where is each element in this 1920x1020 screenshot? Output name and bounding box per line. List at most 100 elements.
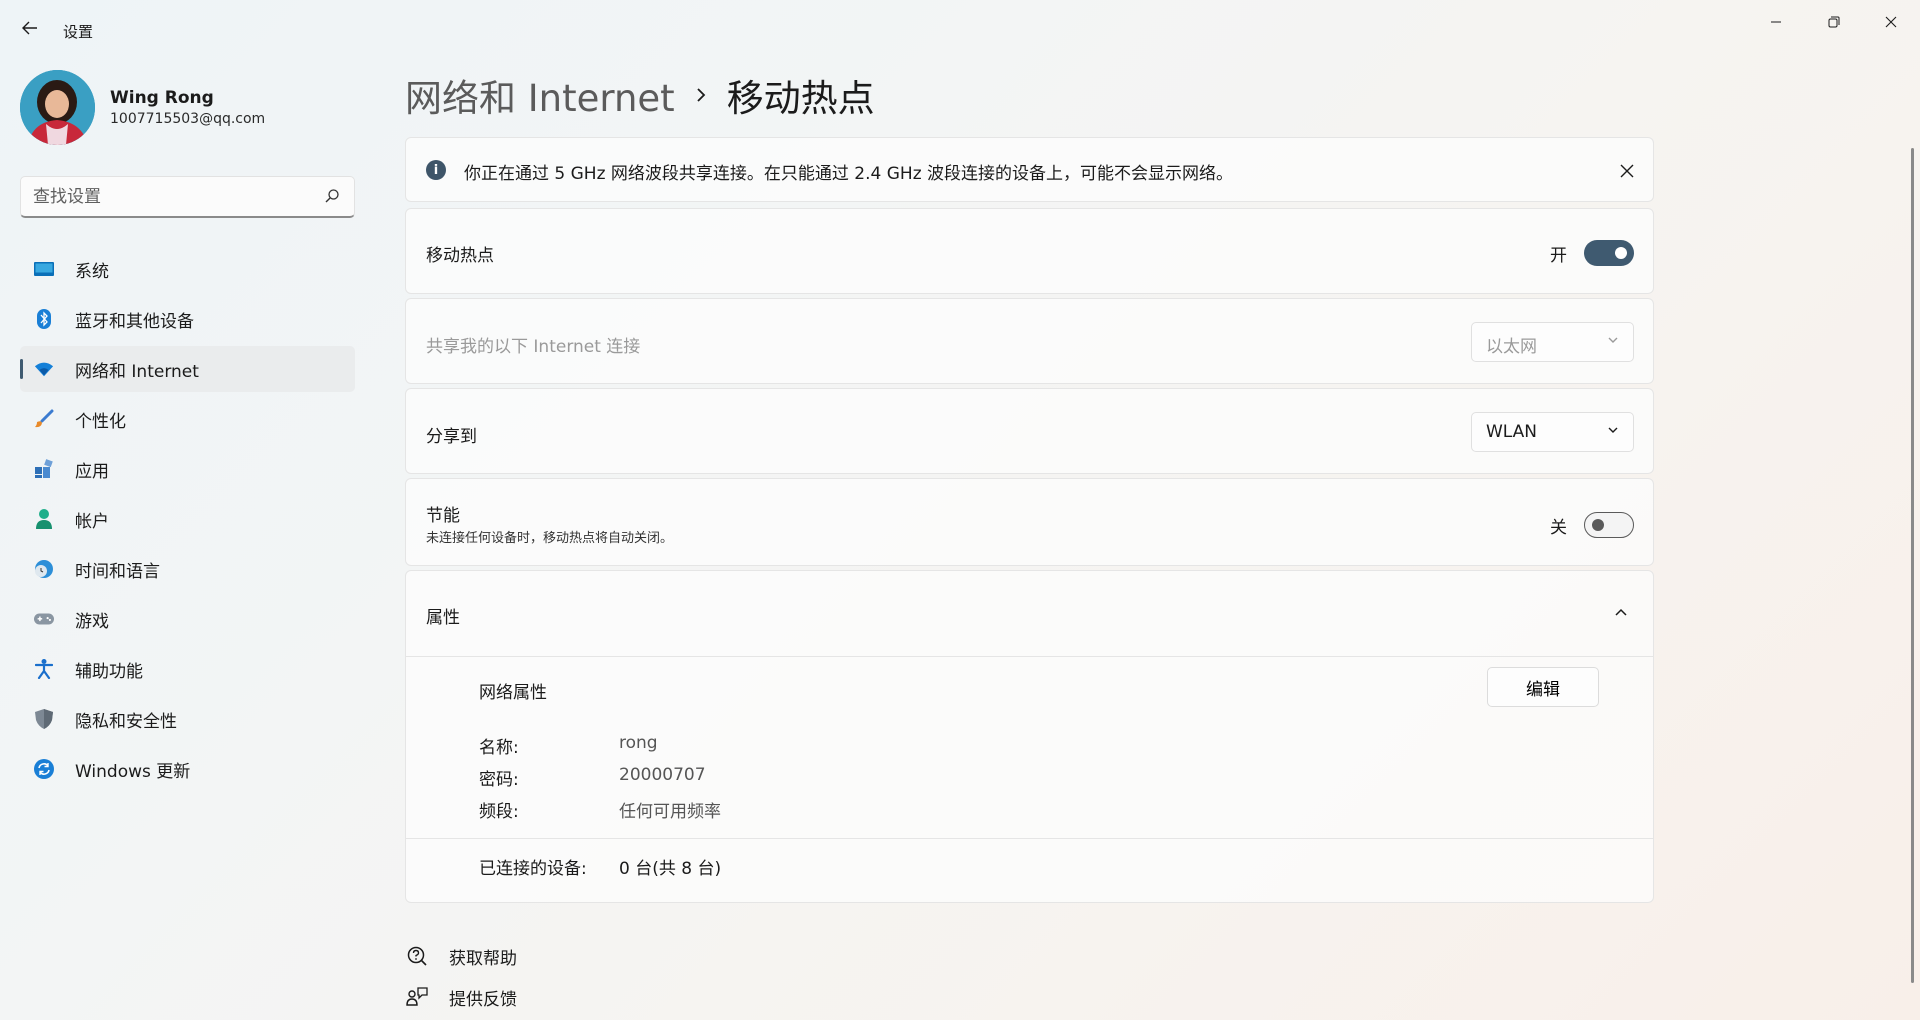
avatar[interactable] bbox=[20, 70, 95, 145]
chevron-up-icon bbox=[1615, 608, 1627, 616]
sidebar-item-gaming[interactable]: 游戏 bbox=[20, 596, 355, 642]
chevron-down-icon bbox=[1608, 427, 1618, 433]
back-button[interactable] bbox=[16, 14, 44, 42]
divider bbox=[406, 656, 1653, 657]
sidebar-item-accessibility[interactable]: 辅助功能 bbox=[20, 646, 355, 692]
breadcrumb: 网络和 Internet 移动热点 bbox=[405, 70, 875, 120]
prop-value-password: 20000707 bbox=[619, 765, 706, 785]
account-icon bbox=[34, 509, 54, 529]
connected-devices-value: 0 台(共 8 台) bbox=[619, 859, 722, 879]
sidebar-item-label: 辅助功能 bbox=[75, 661, 143, 682]
sidebar-item-windows-update[interactable]: Windows 更新 bbox=[20, 746, 355, 792]
brush-icon bbox=[34, 409, 54, 429]
sidebar-item-label: 网络和 Internet bbox=[75, 361, 199, 382]
share-to-label: 分享到 bbox=[426, 427, 477, 447]
get-help-link[interactable]: 获取帮助 bbox=[405, 942, 517, 970]
hotspot-state: 开 bbox=[1550, 246, 1567, 266]
accessibility-icon bbox=[34, 659, 54, 679]
hotspot-toggle[interactable] bbox=[1584, 240, 1634, 266]
user-name: Wing Rong bbox=[110, 88, 214, 108]
close-icon bbox=[1620, 164, 1634, 178]
power-saving-state: 关 bbox=[1550, 518, 1567, 538]
prop-key-name: 名称: bbox=[479, 738, 519, 758]
power-saving-label: 节能 bbox=[426, 506, 460, 526]
sidebar-nav: 系统 蓝牙和其他设备 网络和 Internet 个性化 应用 帐户 时间和语言 … bbox=[20, 246, 355, 796]
properties-card: 属性 网络属性 编辑 名称: rong 密码: 20000707 频段: 任何可… bbox=[405, 570, 1654, 903]
prop-value-name: rong bbox=[619, 733, 658, 753]
sidebar-item-label: 蓝牙和其他设备 bbox=[75, 311, 194, 332]
close-window-button[interactable] bbox=[1868, 6, 1914, 38]
share-from-value: 以太网 bbox=[1486, 337, 1537, 357]
sidebar-item-privacy[interactable]: 隐私和安全性 bbox=[20, 696, 355, 742]
minimize-button[interactable] bbox=[1753, 6, 1799, 38]
chevron-right-icon bbox=[695, 86, 707, 104]
hotspot-label: 移动热点 bbox=[426, 246, 494, 266]
restore-button[interactable] bbox=[1811, 6, 1857, 38]
divider bbox=[406, 838, 1653, 839]
monitor-icon bbox=[34, 259, 54, 279]
info-message: 你正在通过 5 GHz 网络波段共享连接。在只能通过 2.4 GHz 波段连接的… bbox=[464, 164, 1234, 184]
give-feedback-label: 提供反馈 bbox=[449, 989, 517, 1010]
sidebar-item-label: 游戏 bbox=[75, 611, 109, 632]
share-from-label: 共享我的以下 Internet 连接 bbox=[426, 337, 641, 357]
minimize-icon bbox=[1771, 21, 1781, 23]
hotspot-row: 移动热点 开 bbox=[405, 208, 1654, 294]
info-icon: i bbox=[426, 160, 446, 180]
update-icon bbox=[34, 759, 54, 779]
edit-button[interactable]: 编辑 bbox=[1487, 667, 1599, 707]
sidebar-item-apps[interactable]: 应用 bbox=[20, 446, 355, 492]
search-icon[interactable] bbox=[324, 188, 340, 204]
page-title: 移动热点 bbox=[726, 77, 875, 120]
network-properties-title: 网络属性 bbox=[479, 683, 547, 703]
restore-icon bbox=[1828, 16, 1840, 28]
bluetooth-icon bbox=[34, 309, 54, 329]
prop-value-band: 任何可用频率 bbox=[619, 802, 721, 822]
breadcrumb-parent[interactable]: 网络和 Internet bbox=[405, 68, 675, 122]
search-box[interactable] bbox=[20, 176, 355, 218]
sidebar-item-label: 应用 bbox=[75, 461, 109, 482]
sidebar-item-personalization[interactable]: 个性化 bbox=[20, 396, 355, 442]
scrollbar[interactable] bbox=[1911, 148, 1914, 983]
share-to-dropdown[interactable]: WLAN bbox=[1471, 412, 1634, 452]
power-saving-row: 节能 未连接任何设备时，移动热点将自动关闭。 关 bbox=[405, 478, 1654, 566]
share-to-row: 分享到 WLAN bbox=[405, 388, 1654, 474]
sidebar-item-system[interactable]: 系统 bbox=[20, 246, 355, 292]
share-from-row: 共享我的以下 Internet 连接 以太网 bbox=[405, 298, 1654, 384]
shield-icon bbox=[34, 709, 54, 729]
sidebar-item-label: 系统 bbox=[75, 261, 109, 282]
sidebar-item-network[interactable]: 网络和 Internet bbox=[20, 346, 355, 392]
properties-title: 属性 bbox=[426, 608, 460, 628]
wifi-icon bbox=[34, 359, 54, 379]
sidebar-item-label: 隐私和安全性 bbox=[75, 711, 177, 732]
profile-photo-icon bbox=[20, 70, 95, 145]
user-email: 1007715503@qq.com bbox=[110, 111, 266, 127]
apps-icon bbox=[34, 459, 54, 479]
sidebar-item-label: 个性化 bbox=[75, 411, 126, 432]
prop-key-band: 频段: bbox=[479, 802, 519, 822]
connected-devices-label: 已连接的设备: bbox=[479, 859, 587, 879]
sidebar-item-accounts[interactable]: 帐户 bbox=[20, 496, 355, 542]
sidebar-item-label: 时间和语言 bbox=[75, 561, 160, 582]
info-close-button[interactable] bbox=[1614, 158, 1640, 184]
prop-key-password: 密码: bbox=[479, 770, 519, 790]
close-icon bbox=[1885, 16, 1897, 28]
sidebar-item-time-language[interactable]: 时间和语言 bbox=[20, 546, 355, 592]
feedback-icon bbox=[405, 985, 429, 1009]
sidebar-item-label: Windows 更新 bbox=[75, 761, 191, 782]
gamepad-icon bbox=[34, 609, 54, 629]
globe-clock-icon bbox=[34, 559, 54, 579]
sidebar-item-bluetooth[interactable]: 蓝牙和其他设备 bbox=[20, 296, 355, 342]
power-saving-description: 未连接任何设备时，移动热点将自动关闭。 bbox=[426, 531, 674, 546]
back-arrow-icon bbox=[22, 21, 37, 35]
sidebar-item-label: 帐户 bbox=[75, 511, 109, 532]
give-feedback-link[interactable]: 提供反馈 bbox=[405, 983, 517, 1011]
app-title: 设置 bbox=[63, 23, 94, 41]
power-saving-toggle[interactable] bbox=[1584, 512, 1634, 538]
title-bar: 设置 bbox=[0, 0, 1920, 60]
chevron-down-icon bbox=[1608, 337, 1618, 343]
share-from-dropdown[interactable]: 以太网 bbox=[1471, 322, 1634, 362]
properties-header[interactable]: 属性 bbox=[406, 571, 1653, 656]
get-help-label: 获取帮助 bbox=[449, 948, 517, 969]
search-input[interactable] bbox=[33, 185, 313, 209]
info-bar: i 你正在通过 5 GHz 网络波段共享连接。在只能通过 2.4 GHz 波段连… bbox=[405, 137, 1654, 202]
